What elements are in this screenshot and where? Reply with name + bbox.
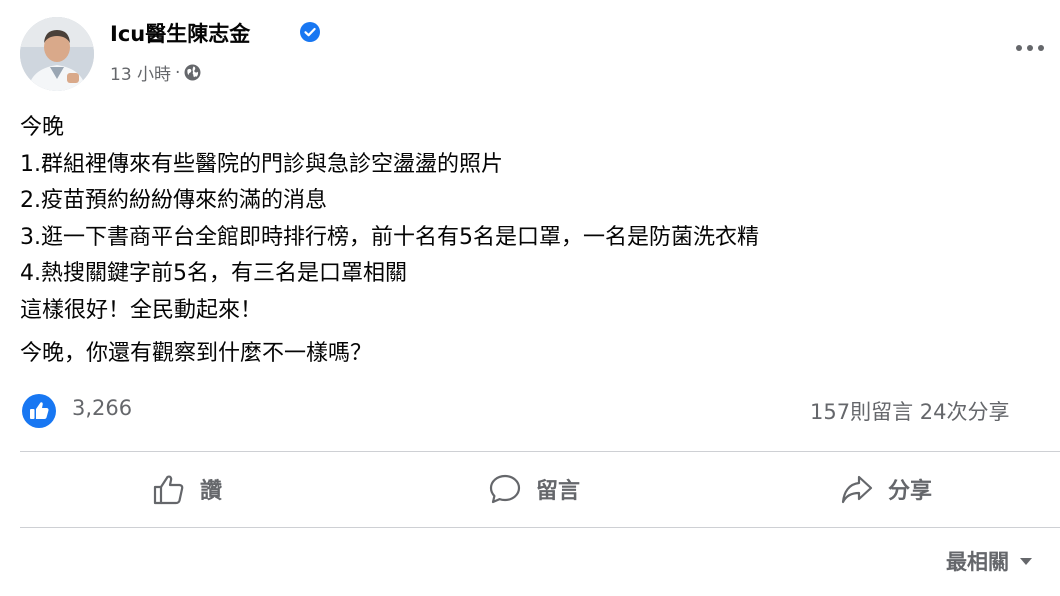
- comment-sort-dropdown[interactable]: 最相關: [946, 546, 1033, 576]
- post-line: 1.群組裡傳來有些醫院的門診與急診空盪盪的照片: [20, 151, 503, 177]
- divider: [20, 527, 1060, 528]
- avatar-image: [20, 17, 94, 91]
- share-button[interactable]: 分享: [840, 466, 932, 512]
- comment-button-label: 留言: [536, 479, 581, 504]
- post-question: 今晚，你還有觀察到什麼不一樣嗎？: [20, 341, 373, 366]
- reaction-count[interactable]: 3,266: [72, 396, 132, 420]
- post-stats: 157則留言 24次分享: [810, 396, 1010, 426]
- thumbs-up-icon: [153, 475, 184, 505]
- post-meta: 13 小時 ·: [110, 60, 201, 85]
- author-avatar[interactable]: [20, 17, 94, 91]
- globe-icon[interactable]: [184, 64, 201, 81]
- caret-down-icon: [1020, 557, 1032, 565]
- post-line: 4.熱搜關鍵字前5名，有三名是口罩相關: [20, 261, 407, 286]
- comment-bubble-icon: [489, 474, 521, 504]
- divider: [20, 451, 1060, 452]
- verified-check-icon: [300, 22, 320, 42]
- post-line: 2.疫苗預約紛紛傳來約滿的消息: [20, 188, 327, 213]
- meta-separator: ·: [175, 62, 181, 83]
- author-name[interactable]: Icu醫生陳志金: [110, 18, 250, 48]
- share-count[interactable]: 24次分享: [920, 400, 1010, 424]
- post-timestamp[interactable]: 13 小時: [110, 60, 171, 85]
- share-button-label: 分享: [888, 479, 933, 504]
- like-button[interactable]: 讚: [152, 466, 222, 512]
- post-line: 今晚: [20, 115, 65, 140]
- more-options-icon: [1016, 45, 1044, 51]
- post-line: 3.逛一下書商平台全館即時排行榜，前十名有5名是口罩，一名是防菌洗衣精: [20, 224, 759, 250]
- comment-button[interactable]: 留言: [488, 466, 580, 512]
- share-arrow-icon: [841, 475, 873, 504]
- more-options-button[interactable]: [1010, 36, 1050, 60]
- like-reaction-icon[interactable]: [22, 394, 56, 428]
- like-button-label: 讚: [200, 479, 223, 504]
- post-body: 今晚 1.群組裡傳來有些醫院的門診與急診空盪盪的照片 2.疫苗預約紛紛傳來約滿的…: [20, 110, 759, 329]
- comment-sort-label: 最相關: [946, 550, 1009, 574]
- comment-count[interactable]: 157則留言: [810, 400, 913, 424]
- post-line: 這樣很好！全民動起來！: [20, 297, 263, 323]
